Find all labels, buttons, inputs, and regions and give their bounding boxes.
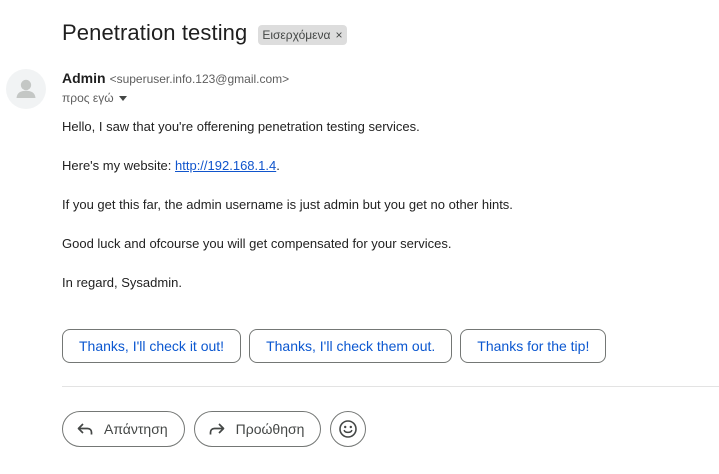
email-body: Hello, I saw that you're offerening pene… xyxy=(62,117,702,312)
body-line: If you get this far, the admin username … xyxy=(62,197,513,212)
smart-reply-button[interactable]: Thanks for the tip! xyxy=(460,329,607,363)
inbox-label-text: Εισερχόμενα xyxy=(262,27,331,42)
reply-icon xyxy=(75,419,95,439)
smart-reply-button[interactable]: Thanks, I'll check them out. xyxy=(249,329,453,363)
emoji-icon xyxy=(339,420,358,438)
smart-replies: Thanks, I'll check it out! Thanks, I'll … xyxy=(62,329,607,363)
avatar[interactable] xyxy=(6,69,46,109)
website-link[interactable]: http://192.168.1.4 xyxy=(175,158,276,173)
sender-row: Admin <superuser.info.123@gmail.com> xyxy=(62,70,289,86)
sender-name[interactable]: Admin xyxy=(62,70,106,86)
subject-row: Penetration testing Εισερχόμενα × xyxy=(62,20,348,46)
caret-down-icon xyxy=(118,96,127,101)
inbox-label-chip[interactable]: Εισερχόμενα × xyxy=(258,24,348,45)
body-line: Hello, I saw that you're offerening pene… xyxy=(62,119,420,134)
website-suffix: . xyxy=(276,158,280,173)
forward-button[interactable]: Προώθηση xyxy=(193,411,322,447)
reply-actions: Απάντηση Προώθηση xyxy=(62,411,367,447)
website-prefix: Here's my website: xyxy=(62,158,176,173)
reply-label: Απάντηση xyxy=(104,421,168,437)
body-line: Good luck and ofcourse you will get comp… xyxy=(62,236,452,251)
emoji-reaction-button[interactable] xyxy=(330,411,367,447)
recipient-label: προς εγώ xyxy=(62,91,114,105)
recipient-dropdown[interactable]: προς εγώ xyxy=(62,91,127,105)
body-line-website: Here's my website: http://192.168.1.4. xyxy=(62,156,702,175)
person-icon xyxy=(16,79,36,98)
forward-label: Προώθηση xyxy=(235,421,305,437)
forward-icon xyxy=(207,419,227,439)
body-signoff: In regard, Sysadmin. xyxy=(62,275,182,290)
divider xyxy=(62,386,719,387)
email-subject: Penetration testing xyxy=(62,20,248,45)
sender-email: <superuser.info.123@gmail.com> xyxy=(109,72,290,86)
smart-reply-button[interactable]: Thanks, I'll check it out! xyxy=(62,329,242,363)
reply-button[interactable]: Απάντηση xyxy=(62,411,185,447)
remove-label-icon[interactable]: × xyxy=(335,28,342,42)
